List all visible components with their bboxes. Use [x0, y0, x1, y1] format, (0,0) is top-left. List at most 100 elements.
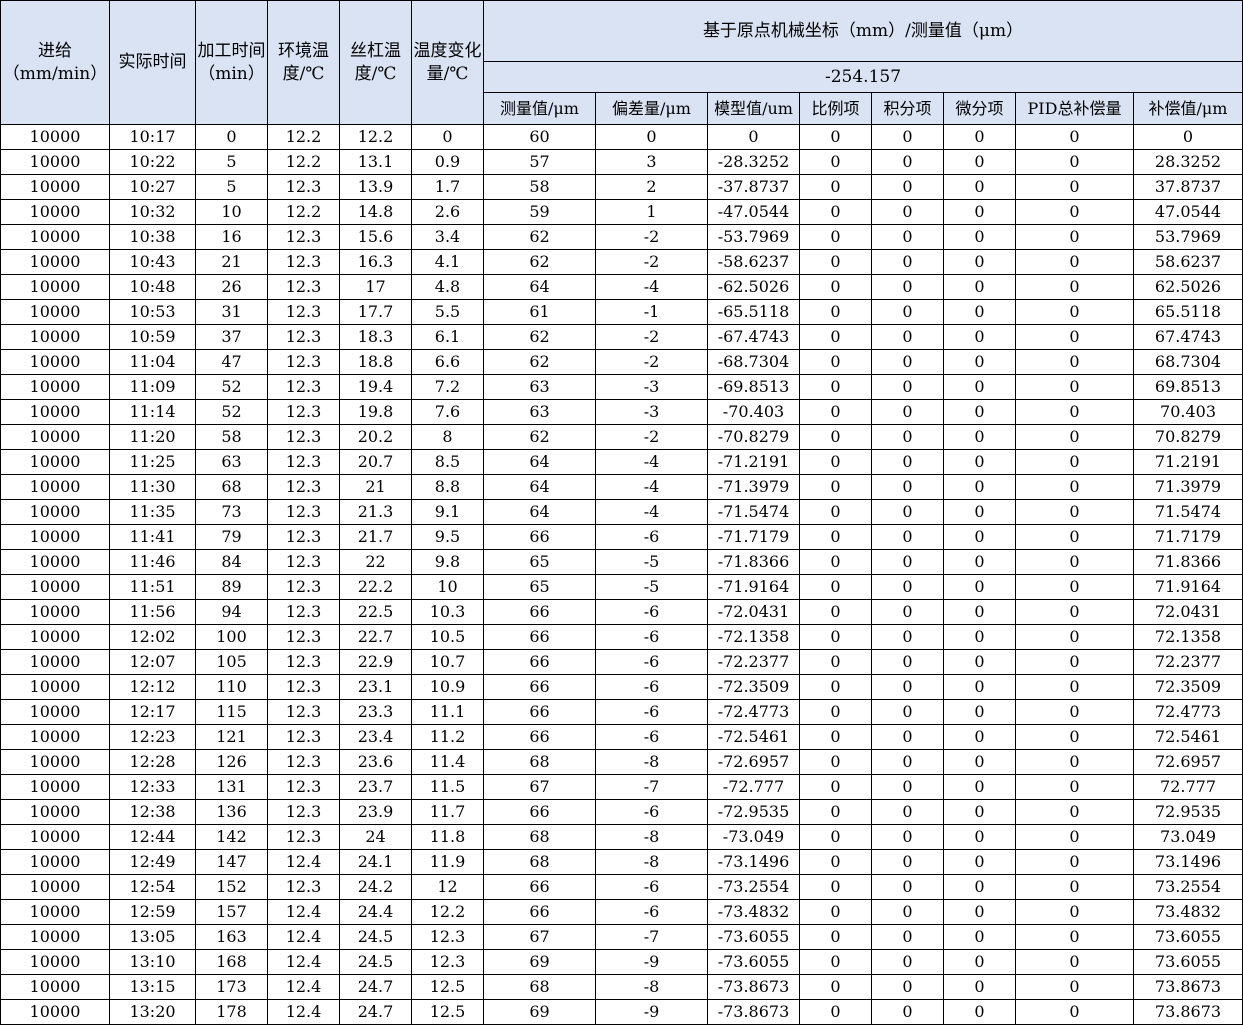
- cell-temp-change: 12.3: [411, 949, 484, 975]
- cell-feed: 10000: [0, 549, 110, 575]
- cell-ambient-temp: 12.3: [267, 399, 340, 425]
- cell-feed: 10000: [0, 399, 110, 425]
- cell-model-value: -73.1496: [707, 849, 800, 875]
- cell-feed: 10000: [0, 524, 110, 550]
- cell-machining-time: 16: [195, 224, 268, 250]
- header-screw-temp: 丝杠温度/℃: [339, 0, 412, 125]
- cell-ambient-temp: 12.3: [267, 874, 340, 900]
- cell-proportional-term: 0: [799, 549, 872, 575]
- cell-feed: 10000: [0, 924, 110, 950]
- cell-machining-time: 63: [195, 449, 268, 475]
- cell-integral-term: 0: [871, 274, 944, 300]
- cell-actual-time: 10:38: [109, 224, 196, 250]
- cell-integral-term: 0: [871, 249, 944, 275]
- cell-machining-time: 68: [195, 474, 268, 500]
- cell-pid-total: 0: [1015, 799, 1134, 825]
- cell-measured-value: 66: [483, 874, 596, 900]
- cell-model-value: -73.049: [707, 824, 800, 850]
- table-row: 10000 11:41 79 12.3 21.7 9.5 66 -6 -71.7179 0 0 0 0 7…: [0, 524, 1243, 550]
- cell-model-value: -73.2554: [707, 874, 800, 900]
- cell-pid-total: 0: [1015, 199, 1134, 225]
- cell-compensation-value: 72.5461: [1132, 724, 1243, 750]
- cell-deviation: -8: [595, 849, 708, 875]
- cell-screw-temp: 24.5: [339, 924, 412, 950]
- cell-derivative-term: 0: [943, 724, 1016, 750]
- cell-temp-change: 2.6: [411, 199, 484, 225]
- cell-integral-term: 0: [871, 949, 944, 975]
- cell-derivative-term: 0: [943, 574, 1016, 600]
- cell-derivative-term: 0: [943, 474, 1016, 500]
- cell-ambient-temp: 12.3: [267, 699, 340, 725]
- table-row: 10000 12:33 131 12.3 23.7 11.5 67 -7 -72.777 0 0 0 0…: [0, 774, 1243, 800]
- cell-deviation: 2: [595, 174, 708, 200]
- cell-actual-time: 10:27: [109, 174, 196, 200]
- cell-proportional-term: 0: [799, 724, 872, 750]
- table-row: 10000 13:10 168 12.4 24.5 12.3 69 -9 -73.6055 0 0 0…: [0, 949, 1243, 975]
- cell-model-value: -68.7304: [707, 349, 800, 375]
- cell-temp-change: 11.5: [411, 774, 484, 800]
- cell-derivative-term: 0: [943, 974, 1016, 1000]
- header-integral-term: 积分项: [871, 92, 944, 125]
- cell-compensation-value: 67.4743: [1132, 324, 1243, 350]
- cell-temp-change: 9.8: [411, 549, 484, 575]
- header-ambient-temp: 环境温度/℃: [267, 0, 340, 125]
- cell-actual-time: 11:04: [109, 349, 196, 375]
- cell-measured-value: 66: [483, 799, 596, 825]
- cell-integral-term: 0: [871, 624, 944, 650]
- cell-pid-total: 0: [1015, 899, 1134, 925]
- table-header: 进给（mm/min） 实际时间 加工时间（min） 环境温度/℃ 丝杠温度/℃ …: [0, 0, 1243, 125]
- cell-actual-time: 12:17: [109, 699, 196, 725]
- cell-compensation-value: 47.0544: [1132, 199, 1243, 225]
- cell-measured-value: 68: [483, 824, 596, 850]
- cell-temp-change: 8.8: [411, 474, 484, 500]
- cell-model-value: -72.6957: [707, 749, 800, 775]
- table-row: 10000 11:35 73 12.3 21.3 9.1 64 -4 -71.5474 0 0 0 0 7…: [0, 499, 1243, 525]
- cell-temp-change: 11.7: [411, 799, 484, 825]
- table-row: 10000 10:38 16 12.3 15.6 3.4 62 -2 -53.7969 0 0 0 0 5…: [0, 224, 1243, 250]
- cell-deviation: -6: [595, 599, 708, 625]
- cell-proportional-term: 0: [799, 374, 872, 400]
- cell-measured-value: 62: [483, 324, 596, 350]
- cell-screw-temp: 13.9: [339, 174, 412, 200]
- cell-actual-time: 11:25: [109, 449, 196, 475]
- cell-actual-time: 12:38: [109, 799, 196, 825]
- cell-model-value: -73.6055: [707, 924, 800, 950]
- table-row: 10000 11:14 52 12.3 19.8 7.6 63 -3 -70.403 0 0 0 0 70…: [0, 399, 1243, 425]
- cell-screw-temp: 23.9: [339, 799, 412, 825]
- cell-actual-time: 10:43: [109, 249, 196, 275]
- cell-model-value: -73.8673: [707, 999, 800, 1025]
- table-row: 10000 10:27 5 12.3 13.9 1.7 58 2 -37.8737 0 0 0 0 37.…: [0, 174, 1243, 200]
- cell-machining-time: 121: [195, 724, 268, 750]
- cell-screw-temp: 23.4: [339, 724, 412, 750]
- cell-temp-change: 3.4: [411, 224, 484, 250]
- table-body: 10000 10:17 0 12.2 12.2 0 60 0 0 0 0 0 0 0 10000 10:22 5…: [0, 124, 1243, 1025]
- header-model-value: 模型值/um: [707, 92, 800, 125]
- cell-proportional-term: 0: [799, 324, 872, 350]
- cell-proportional-term: 0: [799, 599, 872, 625]
- cell-feed: 10000: [0, 424, 110, 450]
- cell-deviation: -6: [595, 874, 708, 900]
- cell-ambient-temp: 12.3: [267, 599, 340, 625]
- cell-screw-temp: 24.7: [339, 974, 412, 1000]
- cell-compensation-value: 65.5118: [1132, 299, 1243, 325]
- cell-screw-temp: 24: [339, 824, 412, 850]
- cell-compensation-value: 73.049: [1132, 824, 1243, 850]
- cell-machining-time: 58: [195, 424, 268, 450]
- cell-temp-change: 12.3: [411, 924, 484, 950]
- cell-deviation: -5: [595, 574, 708, 600]
- cell-actual-time: 10:53: [109, 299, 196, 325]
- cell-compensation-value: 72.2377: [1132, 649, 1243, 675]
- cell-screw-temp: 22: [339, 549, 412, 575]
- cell-ambient-temp: 12.3: [267, 424, 340, 450]
- cell-compensation-value: 72.3509: [1132, 674, 1243, 700]
- cell-proportional-term: 0: [799, 299, 872, 325]
- cell-measured-value: 69: [483, 949, 596, 975]
- cell-pid-total: 0: [1015, 149, 1134, 175]
- cell-screw-temp: 24.7: [339, 999, 412, 1025]
- cell-screw-temp: 22.7: [339, 624, 412, 650]
- cell-measured-value: 64: [483, 474, 596, 500]
- cell-temp-change: 8: [411, 424, 484, 450]
- cell-integral-term: 0: [871, 449, 944, 475]
- table-row: 10000 11:20 58 12.3 20.2 8 62 -2 -70.8279 0 0 0 0 70.…: [0, 424, 1243, 450]
- table-row: 10000 12:17 115 12.3 23.3 11.1 66 -6 -72.4773 0 0 0…: [0, 699, 1243, 725]
